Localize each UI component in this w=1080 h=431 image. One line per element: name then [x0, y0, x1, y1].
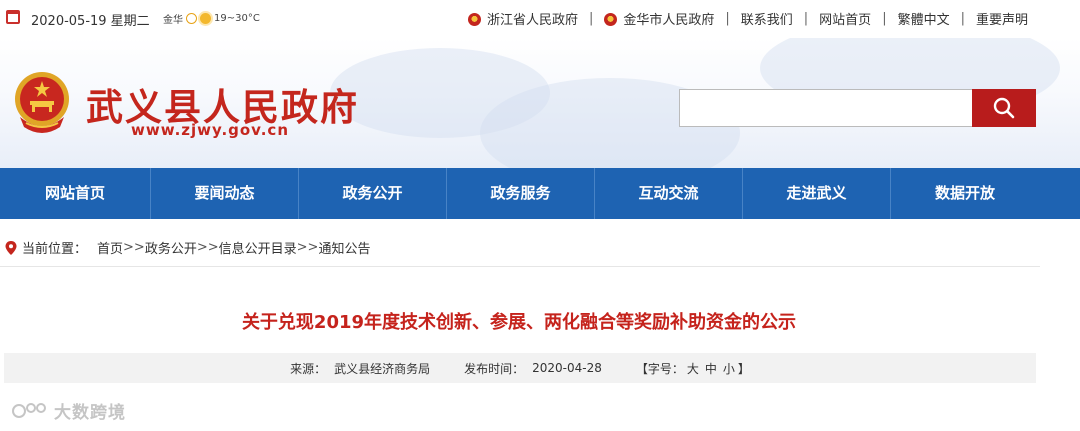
search-button[interactable]	[972, 89, 1036, 127]
breadcrumb-notices[interactable]: 通知公告	[318, 238, 370, 257]
nav-item-gov-affairs[interactable]: 政务公开	[299, 168, 447, 219]
separator: |	[725, 11, 730, 26]
breadcrumb-separator: >>	[196, 240, 219, 255]
source-value: 武义县经济商务局	[334, 361, 431, 376]
site-header: 武义县人民政府 www.zjwy.gov.cn	[0, 38, 1080, 168]
article-meta-bar: 来源： 武义县经济商务局 发布时间： 2020-04-28 【字号： 大 中 小…	[4, 353, 1036, 383]
sunny-icon	[200, 13, 211, 24]
top-link-home[interactable]: 网站首页	[819, 9, 871, 28]
breadcrumb-home[interactable]: 首页	[97, 238, 123, 257]
breadcrumb-gov-affairs[interactable]: 政务公开	[145, 238, 197, 257]
top-link-traditional[interactable]: 繁體中文	[898, 9, 950, 28]
breadcrumb-separator: >>	[296, 240, 319, 255]
breadcrumb: 当前位置： 首页 >> 政务公开 >> 信息公开目录 >> 通知公告	[5, 238, 370, 257]
publish-date-label: 发布时间：	[464, 361, 525, 376]
nav-item-gov-services[interactable]: 政务服务	[447, 168, 595, 219]
top-bar: 2020-05-19 星期二 金华 19~30°C 浙江省人民政府 | 金华市人…	[0, 0, 1080, 38]
search-icon	[993, 97, 1015, 119]
top-links: 浙江省人民政府 | 金华市人民政府 | 联系我们 | 网站首页 | 繁體中文 |…	[467, 9, 1028, 28]
breadcrumb-prefix: 当前位置：	[22, 242, 88, 257]
top-link-label: 金华市人民政府	[623, 13, 715, 28]
watermark-logo-icon	[12, 402, 46, 418]
publish-date-value: 2020-04-28	[532, 361, 602, 375]
separator: |	[882, 11, 887, 26]
nav-item-news[interactable]: 要闻动态	[151, 168, 299, 219]
separator: |	[588, 11, 594, 26]
nav-item-home[interactable]: 网站首页	[0, 168, 151, 219]
top-link-contact[interactable]: 联系我们	[741, 9, 793, 28]
watermark: 大数跨境	[10, 398, 126, 423]
nav-item-about-wuyi[interactable]: 走进武义	[743, 168, 891, 219]
national-emblem-logo[interactable]	[10, 69, 74, 135]
partly-sunny-icon	[186, 13, 197, 24]
weather-city: 金华	[163, 15, 183, 26]
search-input[interactable]	[679, 89, 972, 127]
calendar-icon	[6, 10, 20, 24]
breadcrumb-separator: >>	[123, 240, 145, 255]
top-link-jinhua[interactable]: 金华市人民政府	[604, 9, 714, 28]
font-size-large-button[interactable]: 大	[687, 360, 699, 377]
main-nav: 网站首页 要闻动态 政务公开 政务服务 互动交流 走进武义 数据开放	[0, 168, 1080, 219]
weather-temperature: 19~30°C	[214, 13, 260, 24]
current-date: 2020-05-19 星期二	[31, 14, 150, 29]
watermark-text: 大数跨境	[54, 403, 126, 423]
divider	[0, 266, 1040, 267]
article-title: 关于兑现2019年度技术创新、参展、两化融合等奖励补助资金的公示	[241, 312, 797, 333]
weather-widget: 金华 19~30°C	[163, 11, 260, 26]
breadcrumb-info-catalog[interactable]: 信息公开目录	[219, 238, 297, 257]
font-size-small-button[interactable]: 小	[723, 360, 735, 377]
separator: |	[803, 11, 809, 26]
nav-item-interaction[interactable]: 互动交流	[595, 168, 743, 219]
top-link-disclaimer[interactable]: 重要声明	[976, 9, 1028, 28]
top-link-label: 浙江省人民政府	[486, 13, 578, 28]
nav-item-open-data[interactable]: 数据开放	[891, 168, 1039, 219]
emblem-icon	[604, 13, 618, 26]
source-label: 来源：	[290, 361, 327, 376]
emblem-icon	[467, 13, 481, 26]
separator: |	[960, 11, 965, 26]
font-size-medium-button[interactable]: 中	[705, 360, 717, 377]
top-link-zhejiang[interactable]: 浙江省人民政府	[467, 9, 578, 28]
location-pin-icon	[5, 240, 17, 255]
font-size-label: 【字号：	[635, 361, 684, 376]
font-size-close: 】	[737, 361, 750, 376]
site-url: www.zjwy.gov.cn	[131, 121, 290, 139]
